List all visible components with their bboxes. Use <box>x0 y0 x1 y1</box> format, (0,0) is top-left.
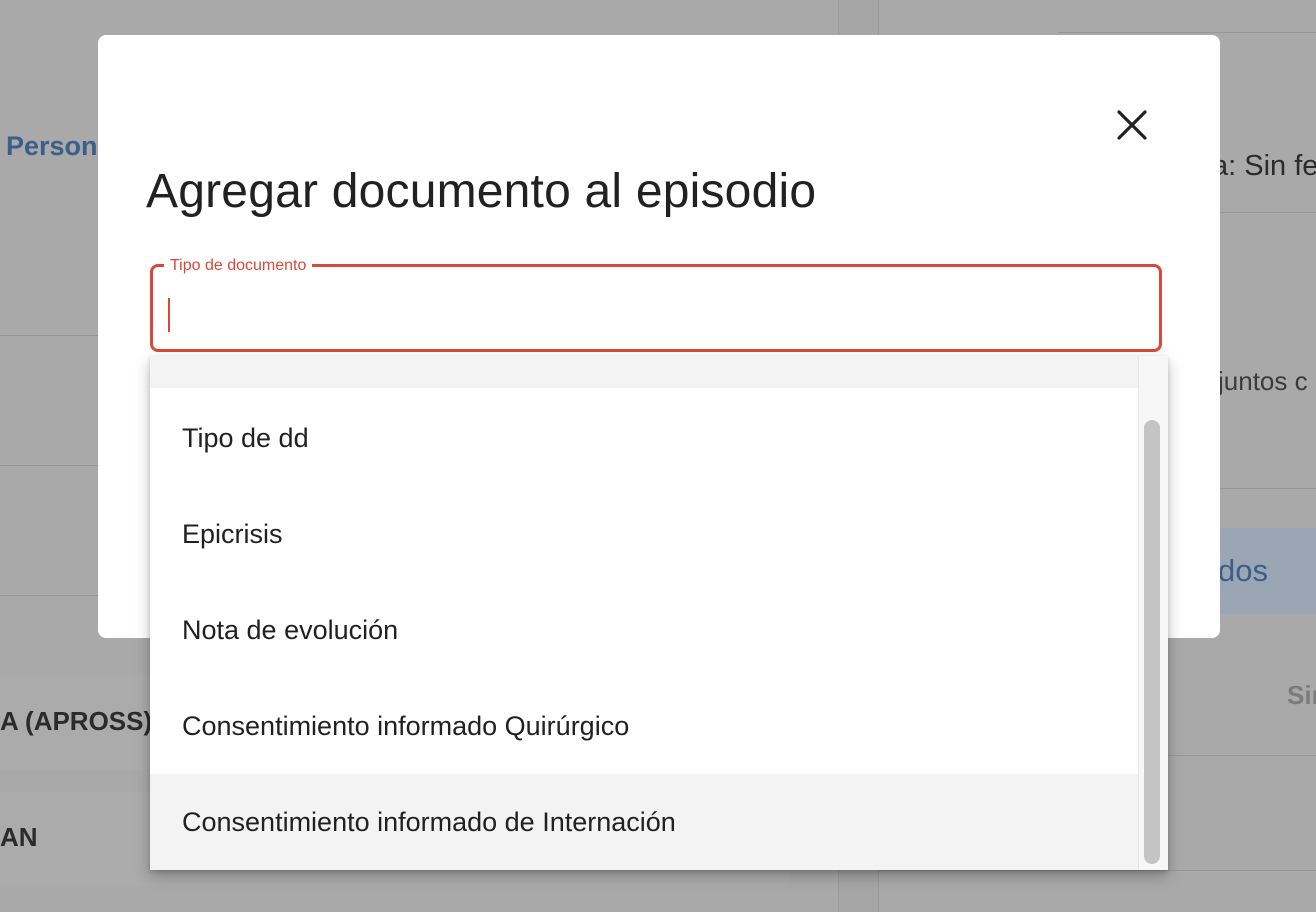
bg-fecha-label: a: Sin fe <box>1212 150 1316 182</box>
option-label: Tipo de dd <box>182 422 309 453</box>
option-label: Nota de evolución <box>182 614 399 645</box>
option-nota-de-evolucion[interactable]: Nota de evolución <box>150 582 1138 678</box>
bg-section-title: dos <box>1218 553 1268 588</box>
bg-apross-label: A (APROSS) <box>0 706 153 736</box>
option-tipo-de-dd[interactable]: Tipo de dd <box>150 390 1138 486</box>
dropdown-scrollbar-thumb[interactable] <box>1144 420 1160 864</box>
bg-an-label: AN <box>0 822 38 852</box>
option-label: Epicrisis <box>182 518 283 549</box>
divider <box>878 870 1316 871</box>
bg-sin-label: Sin <box>1287 680 1316 710</box>
document-type-input[interactable] <box>160 285 1154 343</box>
divider <box>1058 32 1316 33</box>
option-consentimiento-internacion[interactable]: Consentimiento informado de Internación <box>150 774 1138 870</box>
document-type-dropdown: Tipo de dd Epicrisis Nota de evolución C… <box>150 356 1168 870</box>
document-type-label: Tipo de documento <box>164 257 313 275</box>
option-epicrisis[interactable]: Epicrisis <box>150 486 1138 582</box>
option-label: Consentimiento informado de Internación <box>182 806 676 837</box>
option-consentimiento-quirurgico[interactable]: Consentimiento informado Quirúrgico <box>150 678 1138 774</box>
option-label: Consentimiento informado Quirúrgico <box>182 710 630 741</box>
close-icon <box>1117 110 1147 140</box>
dialog-title: Agregar documento al episodio <box>146 165 817 218</box>
bg-adjuntos-label: juntos c <box>1218 366 1308 396</box>
dropdown-top-item[interactable] <box>150 356 1138 388</box>
close-button[interactable] <box>1110 103 1154 147</box>
bg-persona-label: Person <box>6 131 98 161</box>
text-caret <box>168 298 170 332</box>
